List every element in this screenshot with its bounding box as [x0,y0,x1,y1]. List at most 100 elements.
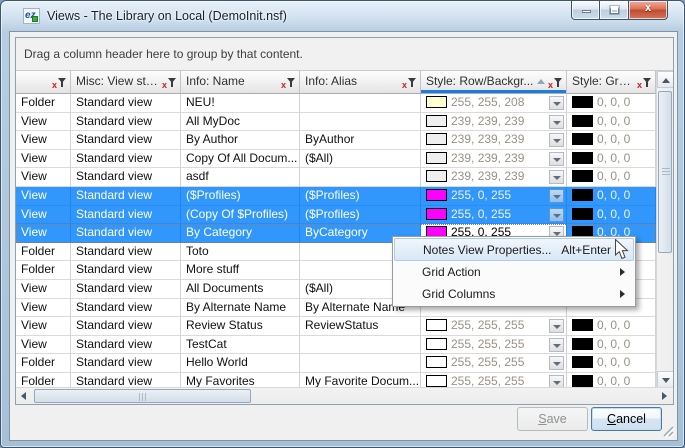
cell-name: Hello World [181,354,300,373]
scroll-right-button[interactable] [656,388,673,404]
cell-type: View [16,280,71,299]
filter-x-glyph: x [281,75,286,94]
minimize-button[interactable] [571,1,600,20]
filter-funnel-glyph [58,78,66,87]
resize-grip[interactable] [662,425,675,438]
cell-name: All MyDoc [181,113,300,132]
table-row[interactable]: FolderStandard viewNEU!255, 255, 2080, 0… [16,94,656,113]
scroll-down-icon [662,378,670,383]
cell-name: By Author [181,131,300,150]
filter-icon[interactable]: x [281,77,296,88]
cell-type: View [16,206,71,225]
filter-x-glyph: x [52,75,57,94]
cell-grid-color: 0, 0, 0 [567,113,656,132]
table-row[interactable]: FolderStandard viewMy FavoritesMy Favori… [16,373,656,388]
cell-view-style: Standard view [71,168,181,187]
scroll-right-icon [662,392,667,400]
close-button[interactable]: x [629,1,668,20]
horizontal-scroll-thumb[interactable] [34,389,251,403]
cell-view-style: Standard view [71,243,181,262]
menu-item[interactable]: Grid Columns [394,283,634,305]
color-dropdown-button[interactable] [549,319,564,333]
cell-grid-color: 0, 0, 0 [567,206,656,225]
maximize-button[interactable] [600,1,629,20]
color-swatch [426,133,447,145]
color-swatch [426,189,447,201]
filter-icon[interactable]: x [52,77,67,88]
column-header-row: xMisc: View stylexInfo: NamexInfo: Alias… [16,71,673,94]
sort-ascending-icon [537,79,545,84]
scroll-down-button[interactable] [657,371,674,388]
cell-type: Folder [16,261,71,280]
rgb-value: 0, 0, 0 [597,355,630,369]
rgb-value: 255, 0, 255 [451,188,511,202]
save-button[interactable]: Save [517,407,588,431]
color-dropdown-button[interactable] [549,338,564,352]
column-header-label: Misc: View style [76,71,158,92]
column-header-view_style[interactable]: Misc: View stylex [71,71,181,94]
menu-item-label: Grid Columns [422,287,495,301]
table-row[interactable]: ViewStandard viewTestCat255, 255, 2550, … [16,336,656,355]
cell-view-style: Standard view [71,336,181,355]
submenu-arrow-icon [620,290,625,298]
screen: ez Views - The Library on Local (DemoIni… [0,0,685,448]
cell-view-style: Standard view [71,280,181,299]
scroll-left-button[interactable] [16,388,33,404]
cell-name: ($Profiles) [181,187,300,206]
cell-row-background-color: 255, 255, 255 [421,317,567,336]
rgb-value: 0, 0, 0 [597,95,630,109]
cell-name: (Copy Of $Profiles) [181,206,300,225]
vertical-scrollbar[interactable] [656,71,673,388]
dialog-client-area: Drag a column header here to group by th… [9,31,678,441]
menu-item[interactable]: Notes View Properties...Alt+Enter [394,238,634,261]
column-header-name[interactable]: Info: Namex [181,71,300,94]
column-header-type[interactable]: x [16,71,71,94]
color-dropdown-button[interactable] [549,96,564,110]
rgb-value: 255, 255, 255 [451,355,524,369]
color-dropdown-button[interactable] [549,133,564,147]
color-dropdown-button[interactable] [549,152,564,166]
color-swatch [426,319,447,331]
table-row[interactable]: ViewStandard view(Copy Of $Profiles)($Pr… [16,206,656,225]
rgb-value: 0, 0, 0 [597,151,630,165]
column-header-grid_color[interactable]: Style: Grid c...x [567,71,656,94]
filter-icon[interactable]: x [162,77,177,88]
table-row[interactable]: ViewStandard viewasdf239, 239, 2390, 0, … [16,168,656,187]
cancel-button[interactable]: Cancel [591,407,662,431]
dialog-window: ez Views - The Library on Local (DemoIni… [0,0,685,448]
minimize-icon [582,10,591,13]
cell-alias: ReviewStatus [300,317,421,336]
cell-view-style: Standard view [71,131,181,150]
color-dropdown-button[interactable] [549,356,564,370]
filter-x-glyph: x [402,75,407,94]
horizontal-scrollbar[interactable] [16,387,673,404]
color-dropdown-button[interactable] [549,208,564,222]
filter-x-glyph: x [162,75,167,94]
color-dropdown-button[interactable] [549,115,564,129]
table-row[interactable]: ViewStandard viewCopy Of All Docum...($A… [16,150,656,169]
filter-funnel-glyph [287,78,295,87]
table-row[interactable]: ViewStandard view($Profiles)($Profiles)2… [16,187,656,206]
scroll-up-button[interactable] [657,71,674,88]
column-header-row_bg[interactable]: Style: Row/Backgr...x [421,71,567,94]
color-dropdown-button[interactable] [549,189,564,203]
color-swatch [426,96,447,108]
rgb-value: 239, 239, 239 [451,151,524,165]
filter-icon[interactable]: x [548,77,563,88]
table-row[interactable]: FolderStandard viewHello World255, 255, … [16,354,656,373]
vertical-scroll-thumb[interactable] [658,91,672,253]
cell-grid-color: 0, 0, 0 [567,131,656,150]
filter-icon[interactable]: x [637,77,652,88]
column-header-alias[interactable]: Info: Aliasx [300,71,421,94]
table-row[interactable]: ViewStandard viewReview StatusReviewStat… [16,317,656,336]
color-dropdown-button[interactable] [549,170,564,184]
cell-name: By Category [181,224,300,243]
table-row[interactable]: ViewStandard viewBy AuthorByAuthor239, 2… [16,131,656,150]
cell-type: Folder [16,373,71,388]
filter-icon[interactable]: x [402,77,417,88]
menu-item[interactable]: Grid Action [394,261,634,283]
table-row[interactable]: ViewStandard viewAll MyDoc239, 239, 2390… [16,113,656,132]
sorted-column-underline [421,90,566,93]
cell-view-style: Standard view [71,299,181,318]
rgb-value: 0, 0, 0 [597,207,630,221]
